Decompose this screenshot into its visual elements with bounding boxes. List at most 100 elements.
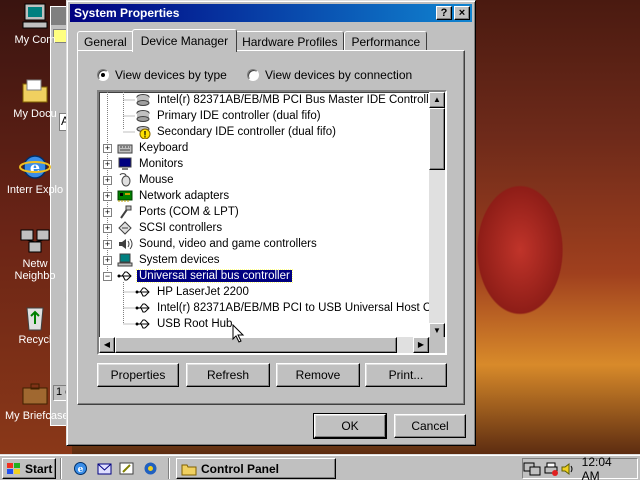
- print-button[interactable]: Print...: [365, 363, 447, 387]
- tab-device-manager[interactable]: Device Manager: [131, 29, 238, 52]
- collapse-usb[interactable]: −: [103, 272, 112, 281]
- tab-strip: General Device Manager Hardware Profiles…: [77, 29, 428, 52]
- taskbar-separator: [168, 458, 170, 479]
- tree-item-label: Universal serial bus controller: [136, 269, 293, 283]
- desktop-icon-my-computer[interactable]: My Com: [2, 2, 68, 49]
- scroll-left-button[interactable]: ◀: [99, 337, 115, 353]
- vertical-scroll-thumb[interactable]: [429, 108, 445, 170]
- refresh-button[interactable]: Refresh: [186, 363, 270, 387]
- tree-item-primary-ide[interactable]: Primary IDE controller (dual fifo): [135, 108, 323, 124]
- properties-button[interactable]: Properties: [97, 363, 179, 387]
- tree-item-usb-controllers[interactable]: Universal serial bus controller: [117, 268, 293, 284]
- usb-icon: [135, 285, 151, 299]
- expand-sound[interactable]: +: [103, 240, 112, 249]
- port-icon: [117, 205, 133, 219]
- svg-text:e: e: [30, 158, 40, 177]
- volume-icon[interactable]: [560, 461, 576, 477]
- desktop-icon-internet-explorer[interactable]: e Interr Explo: [2, 152, 68, 199]
- tree-item-usb-host-controller[interactable]: Intel(r) 82371AB/EB/MB PCI to USB Univer…: [135, 300, 445, 316]
- ok-button[interactable]: OK: [313, 413, 387, 439]
- scsi-icon: [117, 221, 133, 235]
- warning-device-icon: !: [135, 125, 151, 140]
- desktop-icon-label: Netw Neighbo: [14, 258, 56, 282]
- quicklaunch-show-desktop-icon[interactable]: [118, 460, 135, 477]
- ide-controller-icon: [135, 109, 151, 123]
- windows-logo-icon: [7, 462, 20, 474]
- clock[interactable]: 12:04 AM: [582, 455, 631, 480]
- briefcase-icon: [19, 378, 51, 408]
- tab-performance[interactable]: Performance: [344, 31, 428, 51]
- dialog-titlebar[interactable]: System Properties ? ×: [70, 4, 472, 22]
- tree-item-ide-busmaster[interactable]: Intel(r) 82371AB/EB/MB PCI Bus Master ID…: [135, 92, 441, 108]
- mouse-cursor-icon: [232, 324, 245, 343]
- dialog-title: System Properties: [74, 6, 180, 20]
- tree-item-usb-root-hub[interactable]: USB Root Hub: [135, 316, 234, 332]
- tree-item-mouse[interactable]: Mouse: [117, 172, 176, 188]
- tree-item-scsi[interactable]: SCSI controllers: [117, 220, 224, 236]
- tree-item-label: Intel(r) 82371AB/EB/MB PCI Bus Master ID…: [157, 94, 439, 106]
- tab-general[interactable]: General: [77, 31, 134, 51]
- device-tree[interactable]: Intel(r) 82371AB/EB/MB PCI Bus Master ID…: [97, 90, 447, 355]
- desktop-icon-label: My Docu: [13, 108, 57, 120]
- expand-keyboard[interactable]: +: [103, 144, 112, 153]
- tree-item-label: HP LaserJet 2200: [157, 286, 249, 298]
- desktop-icon-recycle-bin[interactable]: Recycl: [2, 302, 68, 349]
- vertical-scrollbar[interactable]: ▲ ▼: [429, 92, 445, 339]
- tree-item-monitors[interactable]: Monitors: [117, 156, 185, 172]
- expand-scsi[interactable]: +: [103, 224, 112, 233]
- tree-item-secondary-ide[interactable]: ! Secondary IDE controller (dual fifo): [135, 124, 338, 140]
- expand-mouse[interactable]: +: [103, 176, 112, 185]
- help-button[interactable]: ?: [436, 6, 452, 20]
- quicklaunch-ie-icon[interactable]: e: [72, 460, 89, 477]
- tree-item-hp-laserjet[interactable]: HP LaserJet 2200: [135, 284, 251, 300]
- keyboard-icon: [117, 141, 133, 155]
- radio-button-checked[interactable]: [97, 69, 109, 81]
- usb-icon: [135, 301, 151, 315]
- system-tray: 12:04 AM: [522, 455, 638, 480]
- tree-item-keyboard[interactable]: Keyboard: [117, 140, 190, 156]
- tree-item-label: SCSI controllers: [139, 222, 223, 234]
- close-button[interactable]: ×: [454, 6, 470, 20]
- tab-hardware-profiles[interactable]: Hardware Profiles: [235, 31, 345, 51]
- tree-item-label: Mouse: [139, 174, 174, 186]
- system-properties-dialog: System Properties ? × General Device Man…: [66, 0, 476, 446]
- scroll-right-button[interactable]: ▶: [413, 337, 429, 353]
- tree-item-label: Keyboard: [139, 142, 189, 154]
- tree-item-label: System devices: [139, 254, 220, 266]
- scroll-up-button[interactable]: ▲: [429, 92, 445, 108]
- horizontal-scrollbar[interactable]: ◀ ▶: [99, 337, 429, 353]
- tree-item-sound[interactable]: Sound, video and game controllers: [117, 236, 319, 252]
- tree-item-network-adapters[interactable]: Network adapters: [117, 188, 231, 204]
- svg-text:e: e: [78, 465, 84, 475]
- tree-item-label: Sound, video and game controllers: [139, 238, 317, 250]
- expand-system-devices[interactable]: +: [103, 256, 112, 265]
- tree-item-system-devices[interactable]: System devices: [117, 252, 222, 268]
- expand-ports[interactable]: +: [103, 208, 112, 217]
- desktop-icon-my-briefcase[interactable]: My Briefcase: [2, 378, 68, 425]
- mouse-icon: [117, 173, 133, 187]
- horizontal-scroll-thumb[interactable]: [115, 337, 397, 353]
- expand-monitors[interactable]: +: [103, 160, 112, 169]
- remove-button[interactable]: Remove: [276, 363, 360, 387]
- tree-item-label: Ports (COM & LPT): [139, 206, 239, 218]
- cancel-button[interactable]: Cancel: [394, 414, 466, 438]
- internet-explorer-icon: e: [19, 152, 51, 182]
- network-adapter-icon: [117, 189, 133, 203]
- taskbar-button-control-panel[interactable]: Control Panel: [176, 458, 336, 479]
- desktop-icon-network-neighborhood[interactable]: Netw Neighbo: [2, 226, 68, 285]
- printer-tray-icon[interactable]: [543, 461, 559, 477]
- quicklaunch-channels-icon[interactable]: [142, 460, 159, 477]
- desktop-icon-my-documents[interactable]: My Docu: [2, 76, 68, 123]
- network-status-icon[interactable]: [523, 461, 541, 477]
- radio-view-by-type[interactable]: View devices by type: [97, 68, 227, 82]
- my-computer-icon: [19, 2, 51, 32]
- expand-network-adapters[interactable]: +: [103, 192, 112, 201]
- scrollbar-corner: [429, 337, 445, 353]
- radio-button-unchecked[interactable]: [247, 69, 259, 81]
- quicklaunch-outlook-icon[interactable]: [96, 460, 113, 477]
- tree-item-ports[interactable]: Ports (COM & LPT): [117, 204, 241, 220]
- start-button[interactable]: Start: [2, 458, 56, 479]
- system-devices-icon: [117, 253, 133, 267]
- usb-icon: [117, 269, 133, 283]
- radio-view-by-connection[interactable]: View devices by connection: [247, 68, 412, 82]
